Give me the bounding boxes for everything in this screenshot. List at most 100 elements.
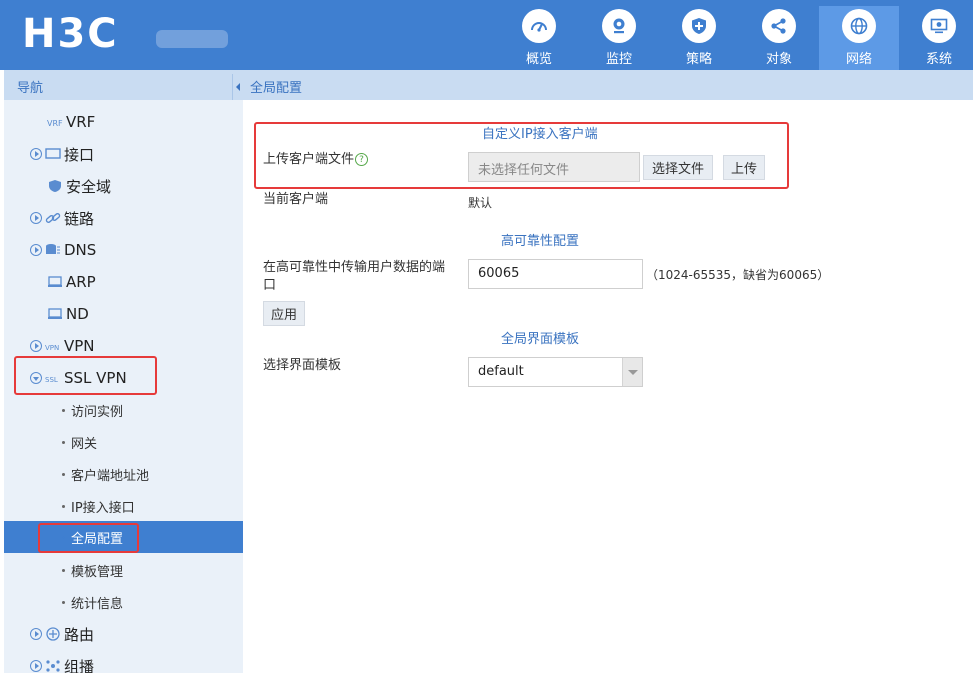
link-icon <box>45 213 61 223</box>
ha-port-hint: （1024-65535，缺省为60065） <box>646 268 830 282</box>
camera-icon <box>602 9 636 43</box>
expand-icon[interactable] <box>30 244 42 256</box>
template-select-label: 选择界面模板 <box>263 358 342 373</box>
sidebar-subitem-client-pool[interactable]: 客户端地址池 <box>4 458 243 490</box>
gauge-icon <box>522 9 556 43</box>
bullet-icon <box>62 600 65 604</box>
nav-label: 概览 <box>525 52 552 67</box>
bullet-icon <box>62 440 65 444</box>
help-icon[interactable]: ? <box>355 153 369 166</box>
sidebar-subitem-label: 网关 <box>71 436 98 452</box>
expand-icon[interactable] <box>30 660 42 672</box>
sidebar-item-label: DNS <box>64 241 97 259</box>
sidebar-item-label: VPN <box>64 337 95 355</box>
sidebar-subitem-global-config[interactable]: 全局配置 <box>4 521 243 553</box>
svg-text:VPN: VPN <box>45 344 59 352</box>
nd-icon <box>48 308 62 319</box>
share-icon <box>762 9 796 43</box>
sidebar-item-label: ARP <box>66 273 96 291</box>
file-input[interactable]: 未选择任何文件 <box>468 152 640 182</box>
sidebar-subitem-template-mgmt[interactable]: 模板管理 <box>4 554 243 586</box>
sidebar-item-nd[interactable]: ND <box>4 298 243 330</box>
monitor-gear-icon <box>922 9 956 43</box>
interface-icon <box>45 148 61 159</box>
sidebar-item-label: 路由 <box>64 625 95 644</box>
shield-icon <box>49 180 61 192</box>
nav-system[interactable]: 系统 <box>899 6 973 70</box>
ha-port-input[interactable]: 60065 <box>468 259 643 289</box>
sidebar-item-routing[interactable]: 路由 <box>4 618 243 650</box>
sidebar-item-arp[interactable]: ARP <box>4 266 243 298</box>
sidebar-subitem-access-instance[interactable]: 访问实例 <box>4 394 243 426</box>
nav-label: 系统 <box>925 52 952 67</box>
route-icon <box>46 627 60 641</box>
globe-icon <box>842 9 876 43</box>
sidebar-subitem-label: 访问实例 <box>71 404 124 420</box>
collapse-icon[interactable] <box>30 372 42 384</box>
sidebar-item-label: 安全域 <box>66 177 112 196</box>
template-select[interactable]: default <box>468 357 643 387</box>
svg-text:VRF: VRF <box>47 119 63 128</box>
sidebar-subitem-statistics[interactable]: 统计信息 <box>4 586 243 618</box>
chevron-down-icon[interactable] <box>622 358 642 386</box>
sidebar-subitem-label: 全局配置 <box>71 531 124 547</box>
ha-port-label: 在高可靠性中传输用户数据的端 口 <box>263 259 463 295</box>
sidebar-subitem-label: IP接入接口 <box>71 500 135 516</box>
bullet-icon <box>62 568 65 572</box>
expand-icon[interactable] <box>30 340 42 352</box>
upload-client-label: 上传客户端文件? <box>263 151 369 169</box>
sidebar-item-vpn[interactable]: VPN VPN <box>4 330 243 362</box>
logo-text: H3C <box>22 11 119 57</box>
choose-file-button[interactable]: 选择文件 <box>643 155 713 180</box>
bullet-icon <box>62 472 65 476</box>
expand-icon[interactable] <box>30 148 42 160</box>
nav-policy[interactable]: 策略 <box>659 6 739 70</box>
ssl-vpn-icon: SSL <box>45 376 58 384</box>
sidebar-item-link[interactable]: 链路 <box>4 202 243 234</box>
nav-object[interactable]: 对象 <box>739 6 819 70</box>
bullet-icon <box>62 535 65 539</box>
section-title-template: 全局界面模板 <box>501 332 580 347</box>
upload-button[interactable]: 上传 <box>723 155 765 180</box>
nav-network[interactable]: 网络 <box>819 6 899 70</box>
sidebar-item-dns[interactable]: DNS <box>4 234 243 266</box>
upload-client-label-text: 上传客户端文件 <box>263 152 355 167</box>
ha-port-label-line1: 在高可靠性中传输用户数据的端 <box>263 260 446 275</box>
shield-plus-icon <box>682 9 716 43</box>
nav-monitor[interactable]: 监控 <box>579 6 659 70</box>
sidebar-item-label: SSL VPN <box>64 369 127 387</box>
current-client-value: 默认 <box>468 196 493 210</box>
top-header: H3C 概览 监控 策略 对象 网络 系统 <box>0 0 973 70</box>
arp-icon <box>48 276 62 287</box>
current-client-label: 当前客户端 <box>263 192 329 207</box>
ha-port-label-line2: 口 <box>263 278 277 293</box>
apply-button[interactable]: 应用 <box>263 301 305 326</box>
sidebar-subitem-gateway[interactable]: 网关 <box>4 426 243 458</box>
sidebar-item-multicast[interactable]: 组播 <box>4 650 243 673</box>
sidebar-item-security-zone[interactable]: 安全域 <box>4 170 243 202</box>
expand-icon[interactable] <box>30 212 42 224</box>
breadcrumb: 全局配置 <box>250 81 303 96</box>
section-title-custom-client: 自定义IP接入客户端 <box>482 127 598 142</box>
vpn-icon: VPN <box>45 344 59 352</box>
sidebar-item-ssl-vpn[interactable]: SSL SSL VPN <box>4 362 243 394</box>
sidebar-item-label: 接口 <box>64 145 95 164</box>
sidebar-item-interface[interactable]: 接口 <box>4 138 243 170</box>
sidebar-item-label: 组播 <box>64 657 95 673</box>
sidebar-subitem-label: 模板管理 <box>71 564 124 580</box>
sidebar-subitem-ip-access-interface[interactable]: IP接入接口 <box>4 490 243 522</box>
sidebar-collapse-button[interactable] <box>232 74 243 100</box>
expand-icon[interactable] <box>30 628 42 640</box>
svg-text:SSL: SSL <box>45 376 58 384</box>
sidebar-subitem-label: 客户端地址池 <box>71 468 150 484</box>
nav-overview[interactable]: 概览 <box>499 6 579 70</box>
sidebar-subitem-label: 统计信息 <box>71 596 124 612</box>
vrf-icon: VRF <box>47 119 63 128</box>
sidebar-item-label: 链路 <box>64 209 95 228</box>
nav-label: 策略 <box>685 52 712 67</box>
sidebar-title: 导航 <box>4 70 243 100</box>
section-title-ha: 高可靠性配置 <box>501 234 580 249</box>
sidebar-item-vrf[interactable]: VRF VRF <box>4 106 243 138</box>
template-select-value: default <box>478 364 524 379</box>
bullet-icon <box>62 504 65 508</box>
